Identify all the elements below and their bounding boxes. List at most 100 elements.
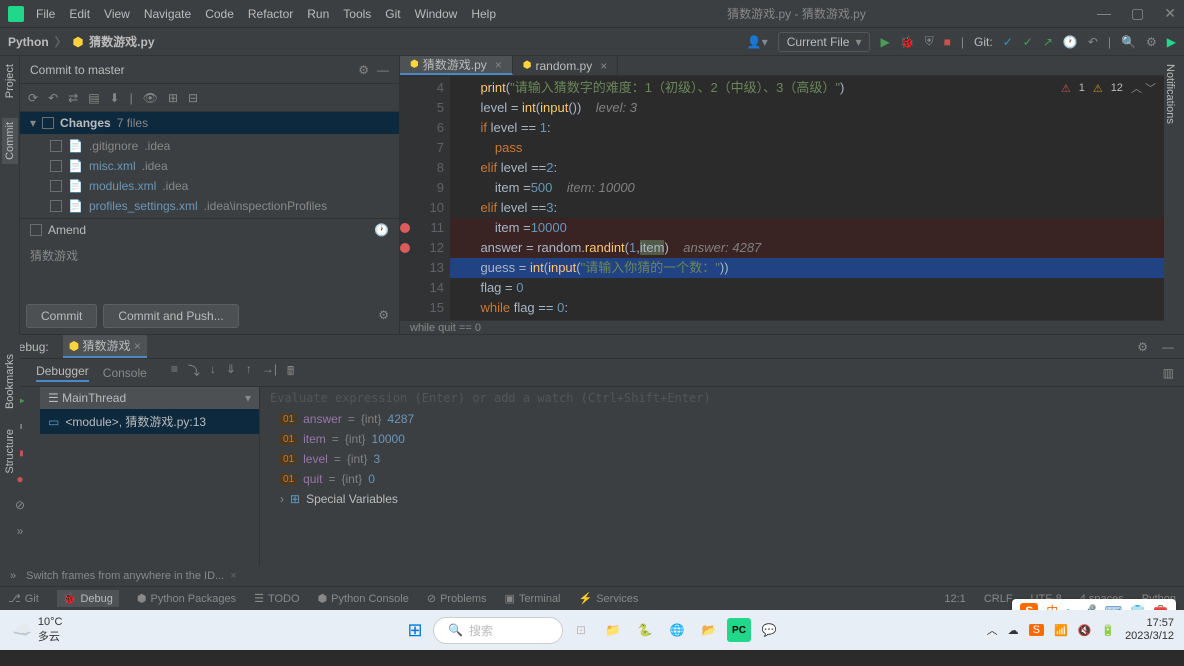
stop-icon[interactable]: ■ (944, 35, 951, 49)
thread-selector[interactable]: ☰ MainThread▾ (40, 387, 259, 409)
gear-icon[interactable]: ⚙ (374, 304, 393, 328)
git-history-icon[interactable]: 🕐 (1063, 35, 1078, 49)
code-breadcrumb[interactable]: while quit == 0 (400, 320, 1164, 334)
git-push-icon[interactable]: ↗ (1043, 35, 1053, 49)
weather-widget[interactable]: ☁️ 10°C多云 (12, 616, 63, 644)
menu-window[interactable]: Window (415, 7, 458, 21)
commit-push-button[interactable]: Commit and Push... (103, 304, 238, 328)
evaluate-expression-input[interactable]: Evaluate expression (Enter) or add a wat… (260, 387, 1184, 409)
line-separator[interactable]: CRLF (984, 593, 1013, 605)
user-icon[interactable]: 👤▾ (747, 35, 768, 49)
diff-icon[interactable]: ⇄ (68, 91, 78, 105)
group-icon[interactable]: ⊞ (168, 91, 178, 105)
shelf-icon[interactable]: ⬇ (110, 91, 120, 105)
status-terminal[interactable]: ▣ Terminal (505, 592, 561, 605)
toolbox-icon[interactable]: ▶ (1167, 35, 1176, 49)
commit-message-input[interactable]: 猜数游戏 (20, 241, 399, 298)
settings-icon[interactable]: ⚙ (1146, 35, 1157, 49)
cursor-position[interactable]: 12:1 (944, 593, 965, 605)
wifi-icon[interactable]: 📶 (1054, 624, 1068, 637)
search-icon[interactable]: 🔍 (1121, 35, 1136, 49)
step-into-my-icon[interactable]: ⇓ (226, 362, 236, 383)
menu-tools[interactable]: Tools (343, 7, 371, 21)
step-out-icon[interactable]: ↑ (246, 362, 252, 383)
commit-button[interactable]: Commit (26, 304, 97, 328)
variable-row[interactable]: 01level = {int} 3 (260, 449, 1184, 469)
status-debug[interactable]: 🐞 Debug (57, 590, 119, 607)
debugger-subtab[interactable]: Debugger (36, 364, 89, 382)
pycharm-icon[interactable]: PC (727, 618, 751, 642)
menu-code[interactable]: Code (205, 7, 234, 21)
file-item[interactable]: 📄.gitignore.idea (20, 136, 399, 156)
step-into-icon[interactable]: ↓ (210, 362, 216, 383)
close-icon[interactable]: ✕ (1164, 5, 1176, 22)
tab-bookmarks[interactable]: Bookmarks (4, 354, 16, 409)
breadcrumb-project[interactable]: Python (8, 35, 49, 49)
minimize-panel-icon[interactable]: — (377, 63, 389, 77)
wechat-icon[interactable]: 💬 (755, 616, 783, 644)
debug-icon[interactable]: 🐞 (900, 35, 915, 49)
stack-frame[interactable]: ▭<module>, 猜数游戏.py:13 (40, 409, 259, 434)
onedrive-icon[interactable]: ☁ (1008, 624, 1019, 637)
variable-row[interactable]: 01item = {int} 10000 (260, 429, 1184, 449)
inspection-indicator[interactable]: ⚠1 ⚠12 ︿ ﹀ (1061, 80, 1156, 96)
minimize-panel-icon[interactable]: — (1162, 340, 1174, 354)
step-over-icon[interactable]: ⤵ (188, 362, 200, 383)
run-icon[interactable]: ▶ (880, 35, 889, 49)
menu-navigate[interactable]: Navigate (144, 7, 191, 21)
variable-row[interactable]: 01answer = {int} 4287 (260, 409, 1184, 429)
tab-commit[interactable]: Commit (2, 118, 18, 164)
run-to-cursor-icon[interactable]: →| (262, 362, 277, 383)
console-subtab[interactable]: Console (103, 366, 147, 380)
gear-icon[interactable]: ⚙ (1137, 340, 1148, 354)
gutter[interactable]: 4567 8910 11 12 131415 (400, 76, 450, 320)
edge-icon[interactable]: 🌐 (663, 616, 691, 644)
python-icon[interactable]: 🐍 (631, 616, 659, 644)
status-problems[interactable]: ⊘ Problems (427, 592, 487, 605)
status-todo[interactable]: ☰ TODO (254, 592, 299, 605)
menu-git[interactable]: Git (385, 7, 400, 21)
history-icon[interactable]: 🕐 (374, 223, 389, 237)
status-packages[interactable]: ⬢ Python Packages (137, 592, 236, 605)
taskbar-search[interactable]: 🔍搜索 (433, 617, 563, 644)
tab-structure[interactable]: Structure (4, 429, 16, 474)
tray-chevron-icon[interactable]: ︿ (987, 622, 998, 638)
menu-file[interactable]: File (36, 7, 55, 21)
debug-session-tab[interactable]: ⬢ 猜数游戏 × (63, 335, 147, 358)
menu-run[interactable]: Run (307, 7, 329, 21)
battery-icon[interactable]: 🔋 (1101, 624, 1115, 637)
mute-breakpoints-icon[interactable]: ⊘ (15, 498, 25, 512)
task-view-icon[interactable]: ⊡ (567, 616, 595, 644)
git-rollback-icon[interactable]: ↶ (1088, 35, 1098, 49)
folder-icon[interactable]: 📂 (695, 616, 723, 644)
breakpoint-icon[interactable]: 12 (402, 238, 444, 258)
menu-help[interactable]: Help (471, 7, 496, 21)
clock[interactable]: 17:572023/3/12 (1125, 617, 1174, 643)
breakpoint-icon[interactable]: 11 (402, 218, 444, 238)
menu-edit[interactable]: Edit (69, 7, 90, 21)
status-services[interactable]: ⚡ Services (579, 592, 639, 605)
status-console[interactable]: ⬢ Python Console (318, 592, 409, 605)
menu-refactor[interactable]: Refactor (248, 7, 293, 21)
menu-view[interactable]: View (104, 7, 130, 21)
variable-row[interactable]: 01quit = {int} 0 (260, 469, 1184, 489)
show-icon[interactable]: 👁 (143, 91, 158, 105)
rollback-icon[interactable]: ↶ (48, 91, 58, 105)
file-item[interactable]: 📄modules.xml.idea (20, 176, 399, 196)
view-breakpoints-icon[interactable]: ● (16, 472, 23, 486)
tab-file-2[interactable]: ⬢random.py× (513, 56, 618, 75)
special-variables[interactable]: › ⊞ Special Variables (260, 489, 1184, 509)
status-git[interactable]: ⎇ Git (8, 592, 39, 605)
expand-icon[interactable]: ⊟ (188, 91, 198, 105)
breadcrumb-file[interactable]: 猜数游戏.py (89, 33, 154, 50)
close-tab-icon[interactable]: × (495, 58, 502, 72)
start-icon[interactable]: ⊞ (401, 616, 429, 644)
coverage-icon[interactable]: ⛨ (925, 34, 934, 49)
gear-icon[interactable]: ⚙ (358, 63, 369, 77)
amend-row[interactable]: Amend🕐 (20, 218, 399, 241)
close-tab-icon[interactable]: × (600, 59, 607, 73)
file-item[interactable]: 📄misc.xml.idea (20, 156, 399, 176)
refresh-icon[interactable]: ⟳ (28, 91, 38, 105)
git-commit-icon[interactable]: ✓ (1023, 35, 1033, 49)
git-update-icon[interactable]: ✓ (1003, 35, 1013, 49)
